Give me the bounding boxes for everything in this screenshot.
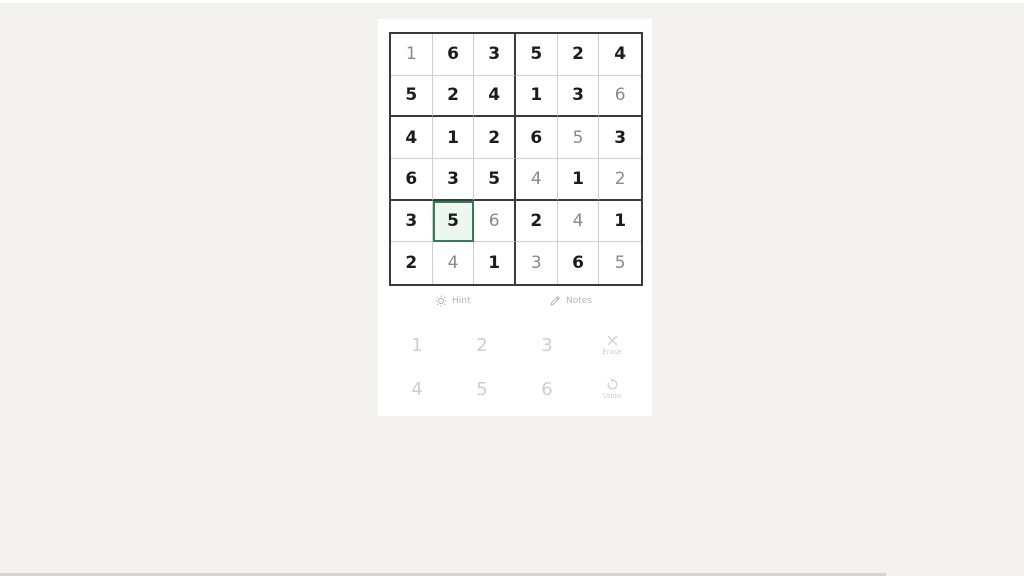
key-1[interactable]: 1 bbox=[392, 327, 442, 363]
key-label: 5 bbox=[476, 378, 488, 400]
grid-cell[interactable]: 6 bbox=[599, 76, 641, 118]
key-3[interactable]: 3 bbox=[522, 327, 572, 363]
grid-cell[interactable]: 5 bbox=[516, 34, 558, 76]
grid-cell[interactable]: 2 bbox=[432, 75, 475, 118]
grid-cell[interactable]: 6 bbox=[391, 159, 433, 201]
undo-label: Undo bbox=[602, 392, 622, 400]
hint-label: Hint bbox=[452, 296, 471, 306]
hint-button[interactable]: Hint bbox=[435, 295, 471, 307]
key-label: 3 bbox=[541, 334, 553, 356]
grid-cell[interactable]: 1 bbox=[599, 201, 641, 243]
grid-cell[interactable]: 3 bbox=[391, 200, 433, 243]
close-icon bbox=[607, 335, 617, 346]
grid-cell[interactable]: 5 bbox=[432, 200, 475, 243]
grid-cell[interactable]: 3 bbox=[557, 75, 600, 118]
erase-label: Erase bbox=[602, 348, 622, 356]
grid-cell[interactable]: 6 bbox=[558, 242, 600, 284]
lightbulb-icon bbox=[435, 295, 447, 307]
sudoku-board: 163524524136412653635412356241241365 bbox=[389, 32, 643, 286]
key-2[interactable]: 2 bbox=[457, 327, 507, 363]
grid-cell[interactable]: 5 bbox=[391, 75, 433, 118]
key-label: 6 bbox=[541, 378, 553, 400]
key-4[interactable]: 4 bbox=[392, 371, 442, 407]
top-edge bbox=[0, 0, 1024, 3]
grid-cell[interactable]: 4 bbox=[516, 159, 558, 201]
grid-cell[interactable]: 2 bbox=[599, 159, 641, 201]
grid-cell[interactable]: 4 bbox=[599, 34, 641, 76]
grid-cell[interactable]: 6 bbox=[474, 200, 516, 243]
grid-cell[interactable]: 3 bbox=[474, 34, 516, 76]
grid-cell[interactable]: 5 bbox=[557, 117, 600, 159]
grid-cell[interactable]: 1 bbox=[474, 242, 516, 284]
grid-cell[interactable]: 3 bbox=[516, 242, 558, 284]
key-6[interactable]: 6 bbox=[522, 371, 572, 407]
grid-cell[interactable]: 2 bbox=[474, 117, 516, 159]
tool-bar: Hint Notes bbox=[378, 295, 652, 317]
grid-cell[interactable]: 4 bbox=[433, 242, 475, 284]
grid-cell[interactable]: 1 bbox=[516, 75, 558, 118]
grid-cell[interactable]: 4 bbox=[391, 117, 433, 159]
key-label: 2 bbox=[476, 334, 488, 356]
grid-cell[interactable]: 1 bbox=[391, 34, 433, 76]
grid-cell[interactable]: 5 bbox=[474, 159, 516, 201]
grid-cell[interactable]: 4 bbox=[557, 200, 600, 243]
grid-cell[interactable]: 6 bbox=[516, 117, 558, 159]
grid-cell[interactable]: 2 bbox=[557, 34, 600, 76]
notes-button[interactable]: Notes bbox=[549, 295, 592, 307]
notes-label: Notes bbox=[566, 296, 592, 306]
erase-button[interactable]: Erase bbox=[587, 327, 637, 363]
grid-cell[interactable]: 1 bbox=[557, 159, 600, 201]
grid-cell[interactable]: 6 bbox=[432, 34, 475, 76]
key-5[interactable]: 5 bbox=[457, 371, 507, 407]
key-label: 4 bbox=[411, 378, 423, 400]
undo-button[interactable]: Undo bbox=[587, 371, 637, 407]
game-card: 163524524136412653635412356241241365 Hin… bbox=[378, 19, 652, 416]
grid-cell[interactable]: 2 bbox=[516, 200, 558, 243]
grid-cell[interactable]: 2 bbox=[391, 242, 433, 284]
key-label: 1 bbox=[411, 334, 423, 356]
grid-cell[interactable]: 4 bbox=[474, 75, 516, 118]
grid-cell[interactable]: 3 bbox=[432, 159, 475, 201]
grid-cell[interactable]: 1 bbox=[432, 117, 475, 159]
grid-cell[interactable]: 5 bbox=[599, 242, 641, 284]
pencil-icon bbox=[550, 296, 560, 306]
grid-cell[interactable]: 3 bbox=[599, 117, 641, 159]
undo-icon bbox=[607, 378, 617, 390]
